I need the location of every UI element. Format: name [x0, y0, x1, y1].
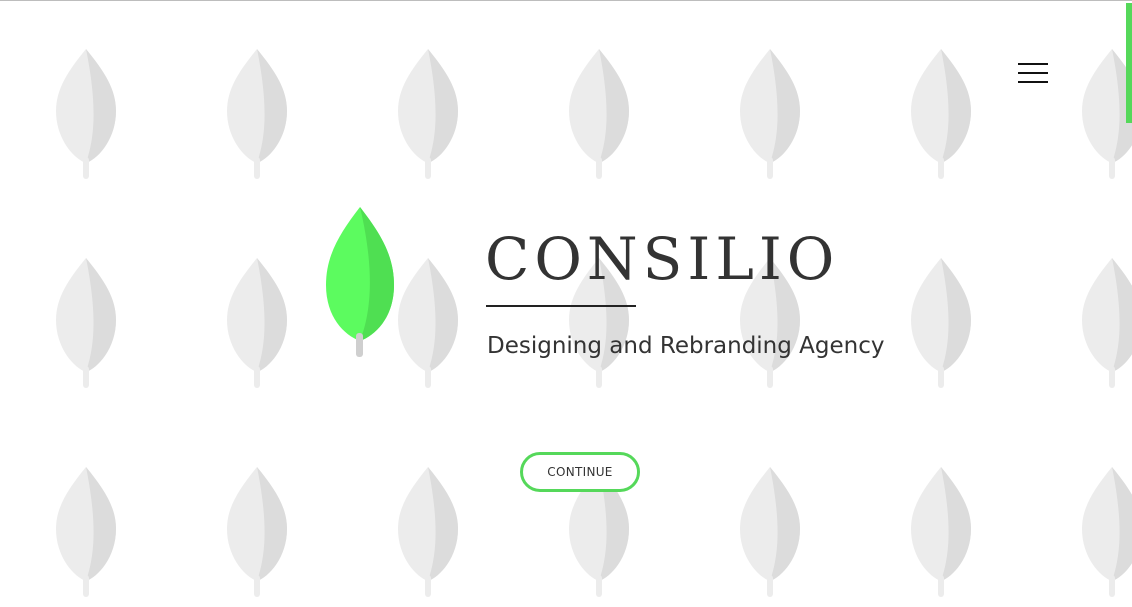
hamburger-menu-icon[interactable] [1016, 61, 1050, 87]
menu-bar [1018, 81, 1048, 83]
background-leaf-icon [56, 49, 116, 179]
background-leaf-icon [911, 467, 971, 597]
background-leaf-icon [911, 49, 971, 179]
background-leaf-icon [227, 258, 287, 388]
background-leaf-icon [1082, 49, 1132, 179]
scroll-indicator[interactable] [1126, 3, 1132, 123]
background-leaf-icon [227, 49, 287, 179]
leaf-pattern-background [56, 49, 1132, 597]
background-leaf-icon [740, 467, 800, 597]
leaf-icon [326, 207, 394, 357]
continue-button[interactable]: CONTINUE [520, 452, 640, 492]
tagline: Designing and Rebranding Agency [487, 333, 885, 359]
background-leaf-icon [56, 258, 116, 388]
background-leaf-icon [56, 467, 116, 597]
background-leaf-icon [1082, 467, 1132, 597]
background-leaf-icon [740, 49, 800, 179]
background-leaf-icon [398, 258, 458, 388]
brand-divider [486, 305, 636, 307]
background-leaf-icon [227, 467, 287, 597]
menu-bar [1018, 72, 1048, 74]
background-leaf-icon [398, 49, 458, 179]
background-leaf-icon [1082, 258, 1132, 388]
background-leaf-icon [398, 467, 458, 597]
landing-page: CONSILIO Designing and Rebranding Agency… [0, 0, 1132, 607]
menu-bar [1018, 63, 1048, 65]
brand-name: CONSILIO [485, 225, 840, 293]
background-leaf-icon [911, 258, 971, 388]
background-leaf-icon [569, 49, 629, 179]
